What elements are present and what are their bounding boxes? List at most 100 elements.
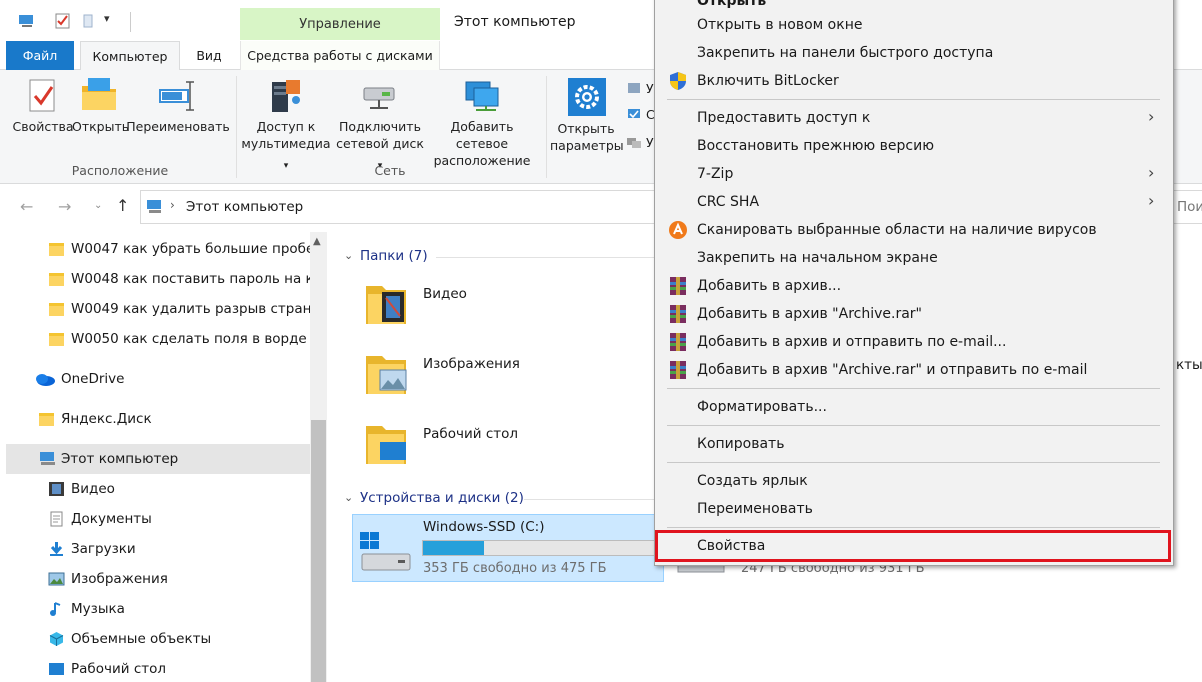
quick-access-dropdown-icon[interactable]: ▾	[104, 12, 110, 25]
properties-label: Свойства	[12, 119, 74, 134]
rename-button[interactable]: Переименовать	[126, 78, 230, 135]
menu-item-7zip[interactable]: 7-Zip	[697, 166, 733, 182]
menu-item-crc-sha[interactable]: CRC SHA	[697, 194, 759, 210]
nav-item-3d-objects[interactable]: Объемные объекты	[6, 624, 310, 654]
manage-context-label: Управление	[299, 17, 381, 32]
menu-item-add-archive-email[interactable]: Добавить в архив и отправить по e-mail..…	[697, 334, 1006, 350]
menu-item-scan-viruses[interactable]: Сканировать выбранные области на наличие…	[697, 222, 1097, 238]
system-properties-icon[interactable]	[626, 106, 642, 122]
menu-item-add-archive-rar-email[interactable]: Добавить в архив "Archive.rar" и отправи…	[697, 362, 1087, 378]
menu-item-open-new-window[interactable]: Открыть в новом окне	[697, 17, 862, 33]
nav-item-label: Яндекс.Диск	[61, 411, 152, 427]
media-label-line1: Доступ к	[256, 119, 316, 134]
folder-item-video[interactable]: Видео	[360, 276, 650, 336]
menu-item-restore-version[interactable]: Восстановить прежнюю версию	[697, 138, 934, 154]
menu-item-bitlocker[interactable]: Включить BitLocker	[697, 73, 839, 89]
section-divider	[524, 499, 656, 500]
media-access-button[interactable]: Доступ к мультимедиа ▾	[240, 78, 332, 175]
folder-item-desktop[interactable]: Рабочий стол	[360, 416, 650, 476]
computer-icon[interactable]	[18, 12, 36, 30]
nav-item-label: Рабочий стол	[71, 661, 166, 677]
forward-arrow-icon[interactable]: →	[58, 197, 71, 216]
up-arrow-icon[interactable]: ↑	[116, 196, 129, 215]
scroll-up-icon[interactable]: ▲	[313, 236, 321, 247]
menu-item-copy[interactable]: Копировать	[697, 436, 784, 452]
open-settings-button[interactable]: Открыть параметры	[550, 78, 624, 154]
nav-item-label: Загрузки	[71, 541, 136, 557]
nav-item-desktop[interactable]: Рабочий стол	[6, 654, 310, 682]
nav-item-yandex-disk[interactable]: Яндекс.Диск	[6, 404, 310, 434]
menu-item-pin-start[interactable]: Закрепить на начальном экране	[697, 250, 938, 266]
tab-file[interactable]: Файл	[6, 41, 74, 70]
nav-item-documents[interactable]: Документы	[6, 504, 310, 534]
menu-item-open[interactable]: Открыть	[697, 0, 766, 9]
nav-item-video[interactable]: Видео	[6, 474, 310, 504]
collapse-chevron-icon[interactable]: ⌄	[344, 249, 353, 262]
add-network-location-button[interactable]: Добавить сетевое расположение	[426, 78, 538, 169]
devices-section-header[interactable]: Устройства и диски (2)	[360, 490, 524, 506]
folder-icon	[39, 413, 54, 426]
folder-label: Рабочий стол	[423, 426, 518, 442]
add-location-label-line1: Добавить сетевое	[450, 119, 514, 151]
recent-locations-chevron-icon[interactable]: ⌄	[94, 200, 102, 211]
breadcrumb-chevron-icon[interactable]: ›	[170, 198, 175, 212]
tab-disk-tools[interactable]: Средства работы с дисками	[240, 41, 440, 70]
map-drive-label-line1: Подключить	[339, 119, 421, 134]
settings-label-line1: Открыть	[557, 121, 615, 136]
folder-item-pictures[interactable]: Изображения	[360, 346, 650, 406]
menu-separator	[667, 388, 1160, 389]
nav-item-onedrive[interactable]: OneDrive	[6, 364, 310, 394]
nav-item-folder[interactable]: W0047 как убрать большие пробе	[6, 234, 310, 264]
nav-item-label: Видео	[71, 481, 115, 497]
folders-section-header[interactable]: Папки (7)	[360, 248, 428, 264]
picture-icon	[48, 572, 65, 586]
nav-item-folder[interactable]: W0050 как сделать поля в ворде	[6, 324, 310, 354]
tab-view[interactable]: Вид	[184, 41, 234, 70]
nav-item-pictures[interactable]: Изображения	[6, 564, 310, 594]
map-drive-label-line2: сетевой диск	[336, 136, 424, 151]
menu-item-pin-quick-access[interactable]: Закрепить на панели быстрого доступа	[697, 45, 993, 61]
winrar-archive-icon	[670, 305, 686, 323]
window-title: Этот компьютер	[454, 14, 576, 30]
new-folder-icon[interactable]	[80, 12, 98, 30]
partial-ribbon-label: У	[646, 135, 654, 150]
menu-item-give-access[interactable]: Предоставить доступ к	[697, 110, 870, 126]
nav-item-downloads[interactable]: Загрузки	[6, 534, 310, 564]
menu-item-create-shortcut[interactable]: Создать ярлык	[697, 473, 808, 489]
nav-item-this-pc[interactable]: Этот компьютер	[6, 444, 310, 474]
folder-label: Видео	[423, 286, 467, 302]
nav-scrollbar-thumb[interactable]	[311, 420, 326, 682]
drive-usage-fill	[423, 541, 484, 555]
winrar-archive-icon	[670, 333, 686, 351]
menu-item-add-archive[interactable]: Добавить в архив...	[697, 278, 841, 294]
folder-label: Изображения	[423, 356, 520, 372]
uninstall-program-icon[interactable]	[626, 80, 642, 96]
manage-computer-icon[interactable]	[626, 134, 642, 150]
nav-item-label: Изображения	[71, 571, 168, 587]
menu-item-add-archive-rar[interactable]: Добавить в архив "Archive.rar"	[697, 306, 922, 322]
address-path[interactable]: Этот компьютер	[186, 199, 303, 215]
nav-item-music[interactable]: Музыка	[6, 594, 310, 624]
submenu-chevron-icon: ›	[1148, 191, 1155, 210]
submenu-chevron-icon: ›	[1148, 163, 1155, 182]
back-arrow-icon[interactable]: ←	[20, 197, 33, 216]
shield-icon	[670, 72, 686, 90]
nav-item-folder[interactable]: W0049 как удалить разрыв страни	[6, 294, 310, 324]
properties-button[interactable]: Свойства	[12, 78, 74, 135]
menu-item-rename[interactable]: Переименовать	[697, 501, 813, 517]
drive-c-free-space: 353 ГБ свободно из 475 ГБ	[423, 561, 607, 576]
nav-item-folder[interactable]: W0048 как поставить пароль на ко	[6, 264, 310, 294]
map-network-drive-button[interactable]: Подключить сетевой диск ▾	[334, 78, 426, 175]
download-arrow-icon	[50, 542, 63, 556]
nav-item-label: Объемные объекты	[71, 631, 212, 647]
antivirus-scan-icon	[669, 221, 687, 239]
properties-check-icon[interactable]	[54, 12, 72, 30]
menu-item-format[interactable]: Форматировать...	[697, 399, 827, 415]
winrar-archive-icon	[670, 361, 686, 379]
nav-item-label: W0049 как удалить разрыв страни	[71, 301, 310, 317]
collapse-chevron-icon[interactable]: ⌄	[344, 491, 353, 504]
search-placeholder: Пои	[1177, 199, 1202, 215]
open-button[interactable]: Открыть	[72, 78, 129, 135]
folder-icon	[49, 273, 64, 286]
tab-computer[interactable]: Компьютер	[80, 41, 180, 71]
